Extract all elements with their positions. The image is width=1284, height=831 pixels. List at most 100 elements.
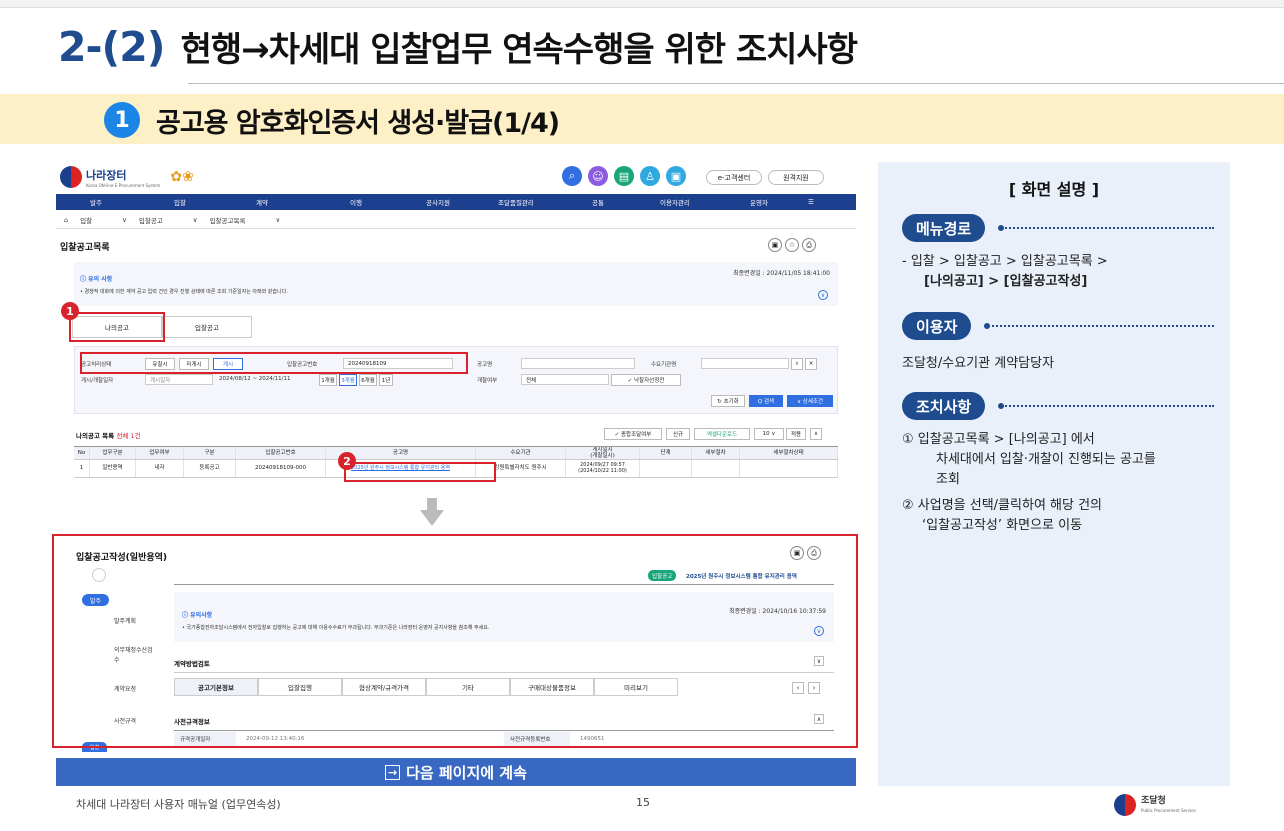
- breadcrumb-item[interactable]: 입찰공고목록: [210, 215, 246, 225]
- customer-center-button[interactable]: e-고객센터: [706, 170, 762, 185]
- marker-2: 2: [338, 452, 356, 470]
- table-header-cell: 수요기관: [476, 447, 566, 459]
- nav-menu-icon[interactable]: ☰: [808, 198, 814, 206]
- action-2-line-1: ② 사업명을 선택/클릭하여 해당 건의: [902, 498, 1103, 513]
- list-title: 입찰공고목록: [60, 243, 110, 253]
- info-icon: ⓘ: [80, 276, 89, 283]
- period-button[interactable]: 1년: [379, 374, 393, 386]
- table-cell: [692, 460, 740, 477]
- system-screenshot: 나라장터 Korea ON-line E-Procurement System …: [52, 162, 858, 752]
- excel-download-button[interactable]: 엑셀다운로드: [694, 428, 750, 440]
- action-1-line-1: ① 입찰공고목록 > [나의공고] 에서: [902, 432, 1095, 447]
- section-number: 2-(2): [58, 23, 166, 71]
- user-icon[interactable]: ☺: [588, 166, 608, 186]
- opening-select[interactable]: 전체: [521, 374, 609, 385]
- notice-box: 최종변경일 : 2024/11/05 18:41:00 ⓘ 유의 사항 • 경쟁…: [74, 262, 838, 306]
- action-label: 조치사항: [902, 392, 986, 420]
- search-icon[interactable]: ⌕: [562, 166, 582, 186]
- star-icon[interactable]: ☆: [785, 238, 799, 252]
- table-cell: 일반용역: [90, 460, 136, 477]
- top-strip: [0, 0, 1284, 8]
- page-size-select[interactable]: 10 ∨: [754, 428, 784, 440]
- page-number: 15: [636, 796, 650, 809]
- screenshot-header: 나라장터 Korea ON-line E-Procurement System …: [56, 162, 856, 192]
- action-2-line-2: ‘입찰공고작성’ 화면으로 이동: [922, 518, 1083, 533]
- subheading-number-icon: 1: [104, 102, 140, 138]
- notice-text: • 경쟁적 대화에 의한 계약 공고 입력 건인 경우 진행 상태에 따른 조회…: [80, 289, 288, 295]
- logo-mark-icon: [1114, 794, 1136, 816]
- logo-flower-icon: ✿❀: [170, 169, 194, 185]
- breadcrumb: ⌂ 입찰 ∨ 입찰공고 ∨ 입찰공고목록 ∨: [56, 212, 856, 229]
- reset-button[interactable]: ↻ 초기화: [711, 395, 745, 407]
- menu-path-line-2: [나의공고] > [입찰공고작성]: [924, 274, 1088, 289]
- notice-name-label: 공고명: [477, 362, 493, 368]
- breadcrumb-item[interactable]: 입찰: [80, 215, 92, 225]
- nav-item[interactable]: 조달품질관리: [498, 197, 534, 207]
- table-header-cell: 게시일시 (개찰일시): [566, 447, 640, 459]
- table-cell: 20240918109-000: [236, 460, 326, 477]
- nav-item[interactable]: 이행: [350, 197, 362, 207]
- my-list-count: 전체 1건: [116, 432, 141, 440]
- table-header-cell: No: [74, 447, 90, 459]
- menu-path-label: 메뉴경로: [902, 214, 986, 242]
- expand-icon[interactable]: ∨: [818, 290, 828, 300]
- person-icon[interactable]: ♙: [640, 166, 660, 186]
- search-icon[interactable]: ⌕: [791, 358, 803, 370]
- printer-icon[interactable]: ⎙: [802, 238, 816, 252]
- action-1-line-3: 조회: [936, 472, 960, 487]
- highlight-box-search: [80, 352, 468, 374]
- new-button[interactable]: 신규: [666, 428, 690, 440]
- pps-logo-text: 조달청: [1141, 796, 1166, 806]
- apply-button[interactable]: 적용: [786, 428, 806, 440]
- integrated-checkbox[interactable]: ✓ 종합조달여부: [604, 428, 662, 440]
- main-nav: 발주 입찰 계약 이행 공사지원 조달품질관리 공통 이용자관리 운영자 ☰: [56, 194, 856, 210]
- arrow-box-icon: →: [385, 764, 401, 780]
- tab-bid-notice[interactable]: 입찰공고: [162, 316, 252, 338]
- table-header-cell: 세부절차: [692, 447, 740, 459]
- user-text: 조달청/수요기관 계약담당자: [902, 356, 1055, 371]
- nav-item[interactable]: 발주: [90, 197, 102, 207]
- chevron-down-icon: ∨: [122, 216, 127, 224]
- logo-mark-icon: [60, 166, 82, 188]
- detail-button[interactable]: ∨ 상세조건: [787, 395, 833, 407]
- nav-item[interactable]: 계약: [256, 197, 268, 207]
- breadcrumb-item[interactable]: 입찰공고: [139, 215, 163, 225]
- section-title: 현행→차세대 입찰업무 연속수행을 위한 조치사항: [180, 30, 858, 70]
- nav-item[interactable]: 이용자관리: [660, 197, 690, 207]
- continue-text: 다음 페이지에 계속: [406, 763, 527, 782]
- my-list-title-text: 나의공고 목록: [76, 432, 115, 440]
- home-icon[interactable]: ⌂: [64, 216, 68, 224]
- pps-logo-subtext: Public Procurement Service: [1141, 808, 1196, 813]
- print-icon[interactable]: ▣: [768, 238, 782, 252]
- date-range[interactable]: 2024/08/12 ~ 2024/11/11: [219, 376, 291, 382]
- dot-icon: [998, 403, 1004, 409]
- notice-title: ⓘ 유의 사항: [80, 274, 112, 283]
- winner-checkbox[interactable]: ✓ 낙찰자선정전: [611, 374, 681, 386]
- table-header: No 업무구분 업무여부 구분 입찰공고번호 공고명 수요기관 게시일시 (개찰…: [74, 446, 838, 460]
- notice-name-input[interactable]: [521, 358, 635, 369]
- highlight-box-2: [344, 462, 496, 482]
- nav-item[interactable]: 입찰: [174, 197, 186, 207]
- subheading-title: 공고용 암호화인증서 생성·발급(1/4): [156, 107, 560, 139]
- nav-item[interactable]: 운영자: [750, 197, 768, 207]
- footer-title: 차세대 나라장터 사용자 매뉴얼 (업무연속성): [76, 798, 281, 811]
- date-type-select[interactable]: 게시일자: [145, 374, 213, 385]
- collapse-icon[interactable]: ∧: [810, 428, 822, 440]
- doc-icon[interactable]: ▤: [614, 166, 634, 186]
- search-button[interactable]: Q 검색: [749, 395, 783, 407]
- nav-item[interactable]: 공사지원: [426, 197, 450, 207]
- narajangteo-logo: 나라장터 Korea ON-line E-Procurement System …: [60, 166, 194, 188]
- clear-icon[interactable]: ✕: [805, 358, 817, 370]
- period-button[interactable]: 3개월: [339, 374, 357, 386]
- nav-item[interactable]: 공통: [592, 197, 604, 207]
- period-button[interactable]: 6개월: [359, 374, 377, 386]
- agency-input[interactable]: [701, 358, 789, 369]
- my-list-title: 나의공고 목록 전체 1건: [76, 430, 141, 440]
- table-cell: 등록공고: [184, 460, 236, 477]
- manual-page: 2-(2) 현행→차세대 입찰업무 연속수행을 위한 조치사항 1 공고용 암호…: [0, 0, 1284, 831]
- remote-support-button[interactable]: 원격지원: [768, 170, 824, 185]
- bus-icon[interactable]: ▣: [666, 166, 686, 186]
- highlight-box-1: [69, 312, 165, 342]
- subheading: 1 공고용 암호화인증서 생성·발급(1/4): [104, 100, 560, 140]
- period-button[interactable]: 1개월: [319, 374, 337, 386]
